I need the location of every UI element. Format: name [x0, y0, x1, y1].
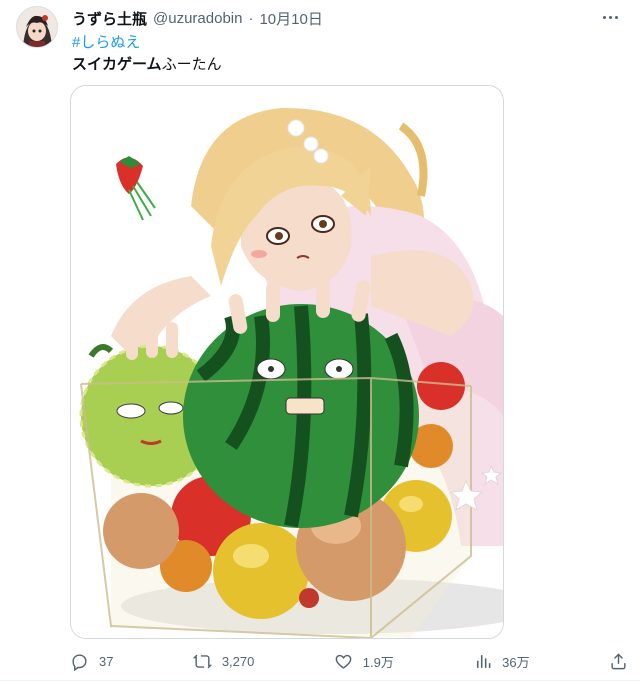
retweet-count: 3,270: [221, 653, 255, 669]
tweet-text-bold: スイカゲーム: [72, 56, 162, 73]
action-bar: 37 3,270 1.9万 36万: [70, 648, 628, 674]
views-icon: [477, 654, 491, 668]
like-button[interactable]: 1.9万: [334, 652, 394, 671]
views-count: 36万: [502, 654, 530, 670]
tweet-text-rest: ふーたん: [161, 56, 222, 73]
like-icon: [335, 654, 352, 669]
like-count: 1.9万: [362, 654, 394, 670]
watermelon-graphic: [183, 304, 419, 528]
tweet-image[interactable]: [70, 85, 504, 639]
avatar[interactable]: [16, 6, 58, 48]
tweet: うずら土瓶 @uzuradobin · 10月10日 #しらぬえ スイカゲームふ…: [0, 0, 640, 681]
hashtag-link[interactable]: #しらぬえ: [72, 31, 140, 52]
views-button[interactable]: 36万: [473, 652, 530, 671]
more-horizontal-icon[interactable]: [598, 6, 622, 28]
display-name[interactable]: うずら土瓶: [72, 8, 147, 29]
illustration: [71, 86, 503, 638]
tweet-text: スイカゲームふーたん: [72, 53, 222, 74]
retweet-button[interactable]: 3,270: [192, 652, 255, 671]
reply-button[interactable]: 37: [70, 652, 113, 671]
share-icon: [611, 652, 626, 669]
user-handle[interactable]: @uzuradobin: [153, 10, 242, 27]
retweet-icon: [192, 654, 212, 668]
tweet-header: うずら土瓶 @uzuradobin · 10月10日: [72, 8, 600, 29]
reply-icon: [72, 653, 87, 671]
share-button[interactable]: [609, 652, 628, 671]
separator-dot: ·: [248, 10, 254, 27]
reply-count: 37: [99, 653, 114, 669]
post-date[interactable]: 10月10日: [259, 8, 322, 29]
